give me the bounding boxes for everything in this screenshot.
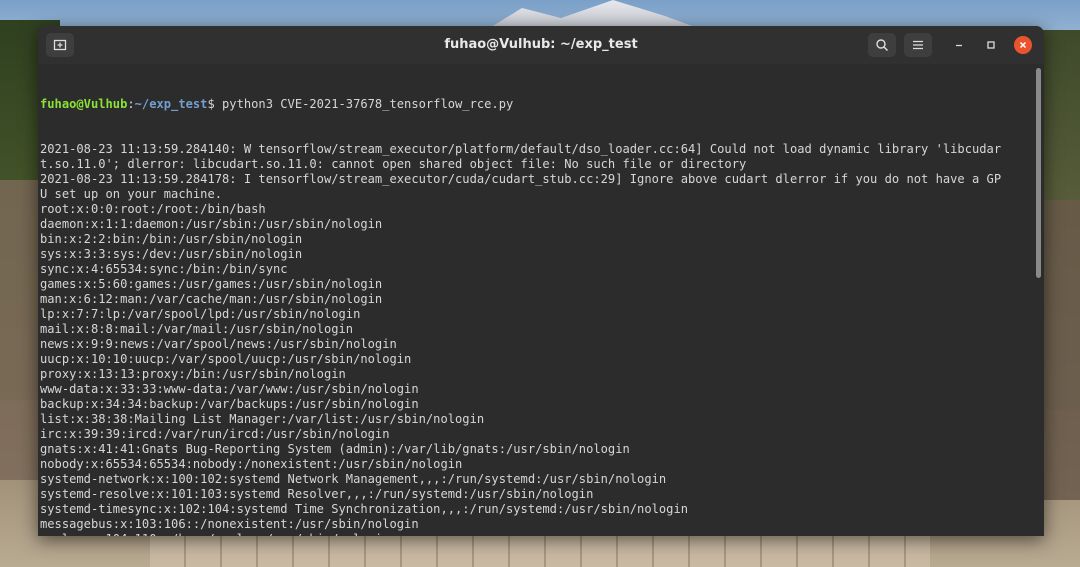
output-line: 2021-08-23 11:13:59.284140: W tensorflow…	[40, 142, 1002, 156]
output-line: t.so.11.0'; dlerror: libcudart.so.11.0: …	[40, 157, 747, 171]
prompt-line: fuhao@Vulhub:~/exp_test$ python3 CVE-202…	[40, 97, 1040, 112]
output-line: 2021-08-23 11:13:59.284178: I tensorflow…	[40, 172, 1002, 186]
output-line: news:x:9:9:news:/var/spool/news:/usr/sbi…	[40, 337, 397, 351]
output-line: games:x:5:60:games:/usr/games:/usr/sbin/…	[40, 277, 383, 291]
output-line: daemon:x:1:1:daemon:/usr/sbin:/usr/sbin/…	[40, 217, 383, 231]
output-line: U set up on your machine.	[40, 187, 223, 201]
maximize-button[interactable]	[982, 36, 1000, 54]
output-line: sys:x:3:3:sys:/dev:/usr/sbin/nologin	[40, 247, 303, 261]
search-icon	[876, 39, 889, 52]
close-icon	[1019, 41, 1027, 49]
output-line: irc:x:39:39:ircd:/var/run/ircd:/usr/sbin…	[40, 427, 390, 441]
prompt-user-host: fuhao@Vulhub	[40, 97, 128, 111]
search-button[interactable]	[868, 33, 896, 57]
new-tab-icon	[53, 39, 67, 51]
terminal-window: fuhao@Vulhub: ~/exp_test fuhao@Vulhub:~/…	[38, 26, 1044, 536]
output-line: uucp:x:10:10:uucp:/var/spool/uucp:/usr/s…	[40, 352, 412, 366]
output-line: list:x:38:38:Mailing List Manager:/var/l…	[40, 412, 485, 426]
output-line: bin:x:2:2:bin:/bin:/usr/sbin/nologin	[40, 232, 303, 246]
output-line: root:x:0:0:root:/root:/bin/bash	[40, 202, 266, 216]
prompt-separator: :	[127, 97, 135, 111]
wallpaper-bridge-rail-left	[0, 180, 40, 480]
minimize-button[interactable]	[950, 36, 968, 54]
maximize-icon	[987, 41, 995, 49]
output-line: man:x:6:12:man:/var/cache/man:/usr/sbin/…	[40, 292, 383, 306]
terminal-output: 2021-08-23 11:13:59.284140: W tensorflow…	[40, 142, 1040, 536]
close-button[interactable]	[1014, 36, 1032, 54]
output-line: sync:x:4:65534:sync:/bin:/bin/sync	[40, 262, 288, 276]
output-line: messagebus:x:103:106::/nonexistent:/usr/…	[40, 517, 419, 531]
output-line: syslog:x:104:110::/home/syslog:/usr/sbin…	[40, 532, 1040, 536]
title-bar[interactable]: fuhao@Vulhub: ~/exp_test	[38, 26, 1044, 65]
new-tab-button[interactable]	[46, 33, 74, 57]
prompt-command: python3 CVE-2021-37678_tensorflow_rce.py	[222, 97, 514, 111]
wallpaper-bridge-rail-right	[1040, 200, 1080, 500]
output-line: mail:x:8:8:mail:/var/mail:/usr/sbin/nolo…	[40, 322, 354, 336]
output-line: gnats:x:41:41:Gnats Bug-Reporting System…	[40, 442, 630, 456]
hamburger-menu-icon	[913, 40, 923, 50]
output-line: proxy:x:13:13:proxy:/bin:/usr/sbin/nolog…	[40, 367, 346, 381]
prompt-path: ~/exp_test	[134, 97, 208, 111]
output-line: systemd-network:x:100:102:systemd Networ…	[40, 472, 667, 486]
output-line: backup:x:34:34:backup:/var/backups:/usr/…	[40, 397, 419, 411]
menu-button[interactable]	[904, 33, 932, 57]
output-line: systemd-timesync:x:102:104:systemd Time …	[40, 502, 689, 516]
scrollbar[interactable]	[1036, 68, 1041, 278]
prompt-symbol: $	[207, 97, 223, 111]
output-line: www-data:x:33:33:www-data:/var/www:/usr/…	[40, 382, 419, 396]
output-line: systemd-resolve:x:101:103:systemd Resolv…	[40, 487, 594, 501]
output-line: lp:x:7:7:lp:/var/spool/lpd:/usr/sbin/nol…	[40, 307, 361, 321]
output-line: nobody:x:65534:65534:nobody:/nonexistent…	[40, 457, 463, 471]
terminal-content[interactable]: fuhao@Vulhub:~/exp_test$ python3 CVE-202…	[38, 64, 1044, 536]
minimize-icon	[956, 44, 962, 47]
